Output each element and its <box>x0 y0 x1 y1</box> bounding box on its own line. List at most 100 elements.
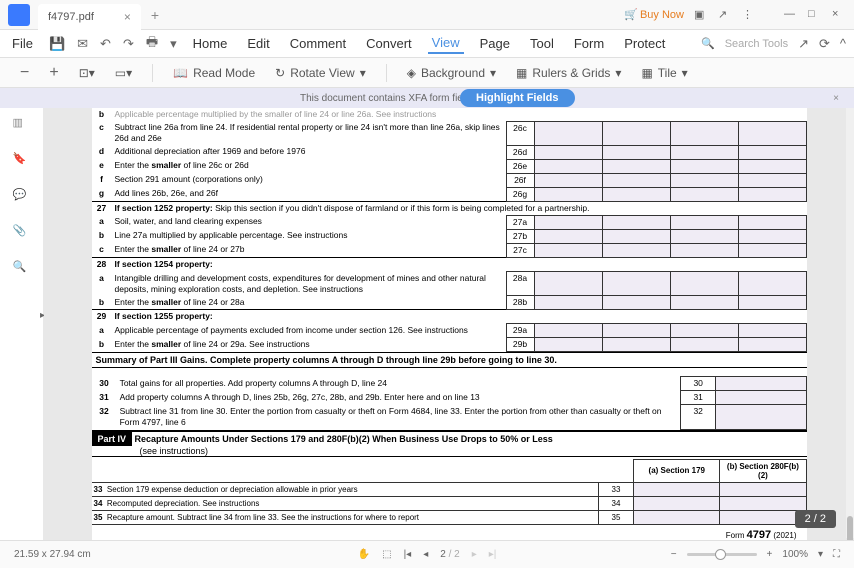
buy-now-link[interactable]: 🛒 Buy Now <box>624 8 684 21</box>
minimize-icon[interactable]: — <box>784 8 798 22</box>
input-35b[interactable] <box>720 510 806 524</box>
input-27a[interactable] <box>534 215 602 229</box>
share-icon[interactable]: ↗ <box>718 8 732 22</box>
input-33b[interactable] <box>720 482 806 496</box>
input-27b[interactable] <box>534 229 602 243</box>
tool-menu[interactable]: Tool <box>526 34 558 53</box>
input-29b[interactable] <box>534 338 602 352</box>
fit-screen-icon[interactable]: ⛶ <box>833 549 840 560</box>
tile-button[interactable]: ▦ Tile▾ <box>641 66 687 80</box>
close-window-icon[interactable]: × <box>832 8 846 22</box>
input-26g[interactable] <box>534 187 602 201</box>
zoom-level[interactable]: 100% <box>782 549 808 560</box>
dropdown-icon[interactable]: ▾ <box>170 36 177 52</box>
comment-menu[interactable]: Comment <box>286 34 350 53</box>
mail-icon[interactable]: ✉ <box>77 36 88 52</box>
background-button[interactable]: ◈ Background▾ <box>407 66 496 80</box>
print-icon[interactable]: 🖶 <box>146 33 158 55</box>
input-34b[interactable] <box>720 496 806 510</box>
thumbnails-icon[interactable]: ▥ <box>13 116 31 134</box>
view-menu[interactable]: View <box>428 33 464 54</box>
input-26e[interactable] <box>534 159 602 173</box>
rotate-view-button[interactable]: ↻ Rotate View▾ <box>275 66 366 80</box>
fit-page-button[interactable]: ⊡▾ <box>79 66 95 80</box>
vertical-scrollbar[interactable] <box>846 108 854 538</box>
page-menu[interactable]: Page <box>476 34 514 53</box>
home-menu[interactable]: Home <box>189 34 232 53</box>
app-logo <box>8 4 30 26</box>
first-page-icon[interactable]: |◂ <box>404 549 412 560</box>
document-viewport[interactable]: bApplicable percentage multiplied by the… <box>44 108 854 548</box>
input-31[interactable] <box>716 391 806 405</box>
line-33-text: Section 179 expense deduction or depreci… <box>107 485 358 494</box>
edit-menu[interactable]: Edit <box>243 34 273 53</box>
collapse-ribbon-icon[interactable]: ^ <box>840 36 846 51</box>
rulers-grids-button[interactable]: ▦ Rulers & Grids▾ <box>516 66 621 80</box>
read-mode-button[interactable]: 📖 Read Mode <box>173 66 255 80</box>
input-35a[interactable] <box>634 510 720 524</box>
add-tab-icon[interactable]: + <box>151 7 159 23</box>
zoom-slider[interactable] <box>687 553 757 556</box>
zoom-dropdown-icon[interactable]: ▾ <box>818 549 823 560</box>
last-page-icon[interactable]: ▸| <box>489 549 497 560</box>
part4-header: Part IV Recapture Amounts Under Sections… <box>92 430 807 457</box>
external-link-icon[interactable]: ↗ <box>798 36 809 52</box>
close-tab-icon[interactable]: × <box>124 10 131 24</box>
zoom-in-icon[interactable]: + <box>49 64 58 82</box>
line-27c-text: Enter the smaller of line 24 or 27b <box>112 243 507 257</box>
page-number-input[interactable]: 2 / 2 <box>440 549 459 560</box>
close-notice-icon[interactable]: × <box>833 93 839 104</box>
input-26c[interactable] <box>534 121 602 145</box>
zoom-out-status-icon[interactable]: − <box>671 549 677 560</box>
page-display-button[interactable]: ▭▾ <box>115 66 132 80</box>
input-34a[interactable] <box>634 496 720 510</box>
input-29a[interactable] <box>534 324 602 338</box>
line-35-text: Recapture amount. Subtract line 34 from … <box>107 513 419 522</box>
line-28-text: If section 1254 property: <box>112 258 807 272</box>
next-page-icon[interactable]: ▸ <box>472 549 477 560</box>
prev-page-icon[interactable]: ◂ <box>423 549 428 560</box>
input-32[interactable] <box>716 405 806 429</box>
input-26f[interactable] <box>534 173 602 187</box>
hand-tool-icon[interactable]: ✋ <box>358 549 370 560</box>
input-28a[interactable] <box>534 272 602 296</box>
search-tools-input[interactable]: Search Tools <box>725 38 788 50</box>
comment-panel-icon[interactable]: 💬 <box>13 188 31 206</box>
save-icon[interactable]: 💾 <box>49 36 65 52</box>
bookmark-icon[interactable]: 🔖 <box>13 152 31 170</box>
tab-filename: f4797.pdf <box>48 11 94 23</box>
page-dimensions: 21.59 x 27.94 cm <box>14 549 91 560</box>
zoom-out-icon[interactable]: − <box>20 64 29 82</box>
attachment-icon[interactable]: 📎 <box>13 224 31 242</box>
maximize-icon[interactable]: □ <box>808 8 822 22</box>
protect-menu[interactable]: Protect <box>620 34 669 53</box>
undo-icon[interactable]: ↶ <box>100 36 111 52</box>
kebab-menu-icon[interactable]: ⋮ <box>742 8 756 22</box>
file-menu[interactable]: File <box>8 34 37 53</box>
search-panel-icon[interactable]: 🔍 <box>13 260 31 278</box>
zoom-in-status-icon[interactable]: + <box>767 549 773 560</box>
redo-icon[interactable]: ↷ <box>123 36 134 52</box>
input-30[interactable] <box>716 377 806 391</box>
form-menu[interactable]: Form <box>570 34 608 53</box>
input-33a[interactable] <box>634 482 720 496</box>
line-27a-text: Soil, water, and land clearing expenses <box>112 215 507 229</box>
pdf-page: bApplicable percentage multiplied by the… <box>92 108 807 548</box>
document-tab[interactable]: f4797.pdf × <box>38 4 141 30</box>
line-29a-text: Applicable percentage of payments exclud… <box>112 324 507 338</box>
col-b-header: (b) Section 280F(b)(2) <box>720 459 806 482</box>
highlight-fields-button[interactable]: Highlight Fields <box>460 89 575 107</box>
convert-menu[interactable]: Convert <box>362 34 416 53</box>
select-tool-icon[interactable]: ⬚ <box>382 549 391 560</box>
left-sidebar: ▥ 🔖 💬 📎 🔍 <box>0 108 44 548</box>
notification-icon[interactable]: ▣ <box>694 8 708 22</box>
zoom-thumb[interactable] <box>715 549 726 560</box>
sync-icon[interactable]: ⟳ <box>819 36 830 52</box>
line-34-text: Recomputed depreciation. See instruction… <box>107 499 260 508</box>
input-27c[interactable] <box>534 243 602 257</box>
separator <box>386 64 387 82</box>
input-26d[interactable] <box>534 145 602 159</box>
line-26g-text: Add lines 26b, 26e, and 26f <box>112 187 507 201</box>
input-28b[interactable] <box>534 296 602 310</box>
line-32-text: Subtract line 31 from line 30. Enter the… <box>117 405 681 429</box>
